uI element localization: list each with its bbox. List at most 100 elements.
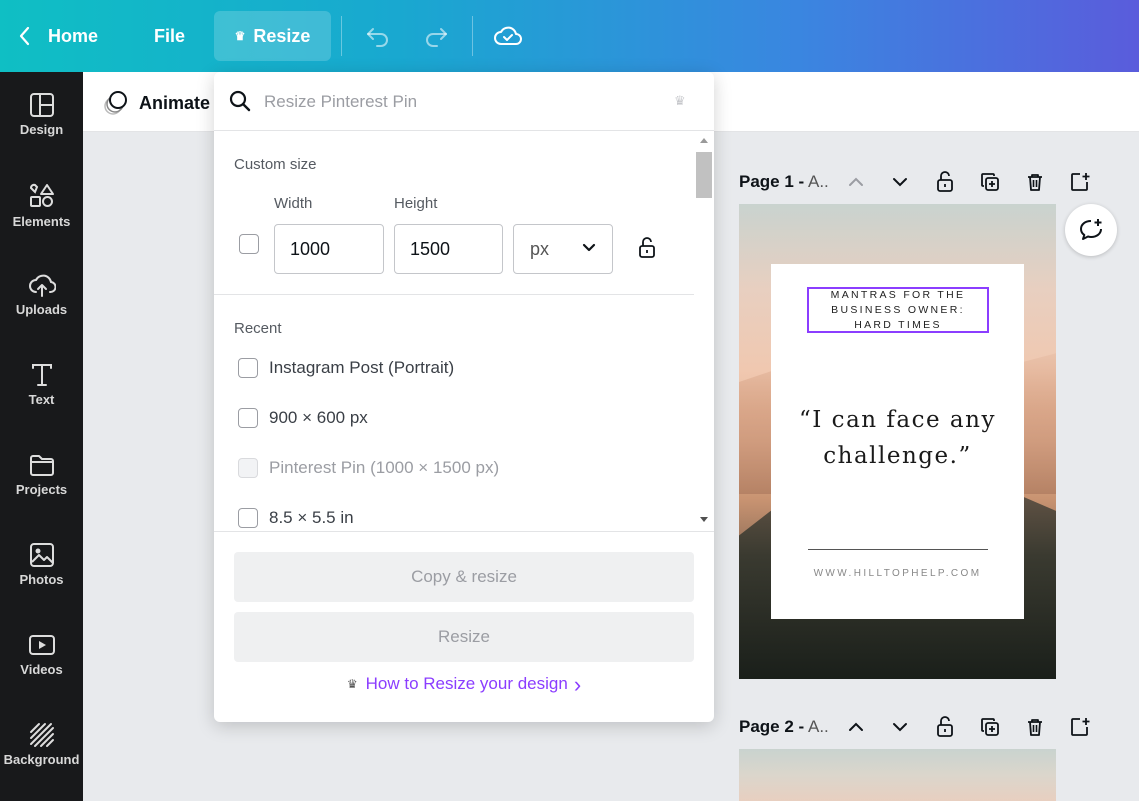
crown-icon: ♛ xyxy=(346,677,358,691)
trash-icon[interactable] xyxy=(1020,167,1050,197)
video-icon xyxy=(28,635,55,655)
sidebar-item-projects[interactable]: Projects xyxy=(0,452,83,532)
scroll-up-arrow-icon[interactable] xyxy=(700,138,708,143)
page-title[interactable]: Page 2 - A.. xyxy=(739,717,829,737)
crown-icon: ♛ xyxy=(674,93,686,108)
sidebar-item-label: Projects xyxy=(15,482,68,497)
search-placeholder: Resize Pinterest Pin xyxy=(264,92,418,111)
cloud-saved-icon[interactable] xyxy=(494,22,522,50)
page-1-header: Page 1 - A.. xyxy=(739,167,1109,197)
side-panel: Design Elements Uploads Text Projects Ph… xyxy=(0,72,83,801)
animate-button[interactable]: Animate xyxy=(101,89,210,117)
lock-aspect-icon[interactable] xyxy=(638,237,656,259)
recent-item[interactable]: Instagram Post (Portrait) xyxy=(238,356,454,380)
sidebar-item-uploads[interactable]: Uploads xyxy=(0,272,83,352)
recent-item[interactable]: 900 × 600 px xyxy=(238,406,368,430)
chevron-down-icon xyxy=(582,243,596,252)
home-button[interactable]: Home xyxy=(18,0,98,72)
shapes-icon xyxy=(29,183,54,207)
sidebar-item-elements[interactable]: Elements xyxy=(0,182,83,262)
page-2-header: Page 2 - A.. xyxy=(739,712,1109,742)
trash-icon[interactable] xyxy=(1020,712,1050,742)
recent-item-checkbox xyxy=(238,458,258,478)
width-input[interactable]: 1000 xyxy=(274,224,384,274)
page-title[interactable]: Page 1 - A.. xyxy=(739,172,829,192)
recent-item-checkbox[interactable] xyxy=(238,408,258,428)
layout-icon xyxy=(29,93,54,117)
crown-icon: ♛ xyxy=(234,29,246,43)
redo-icon[interactable] xyxy=(422,22,450,50)
divider-line[interactable] xyxy=(808,549,988,550)
sidebar-item-background[interactable]: Background xyxy=(0,722,83,801)
quote-text[interactable]: “I can face any challenge.” xyxy=(781,402,1014,474)
quote-card[interactable]: MANTRAS FOR THE BUSINESS OWNER: HARD TIM… xyxy=(771,264,1024,619)
sidebar-item-label: Uploads xyxy=(15,302,68,317)
scroll-down-arrow-icon[interactable] xyxy=(700,517,708,522)
file-menu-button[interactable]: File xyxy=(154,0,185,72)
file-label: File xyxy=(154,25,186,46)
image-icon xyxy=(29,543,54,567)
home-label: Home xyxy=(48,25,99,46)
design-canvas-page-2[interactable] xyxy=(739,749,1056,801)
sidebar-item-text[interactable]: Text xyxy=(0,362,83,442)
chevron-down-icon[interactable] xyxy=(885,712,915,742)
recent-label: Recent xyxy=(234,320,282,337)
custom-size-label: Custom size xyxy=(234,156,317,173)
unlock-icon[interactable] xyxy=(930,167,960,197)
design-canvas-page-1[interactable]: MANTRAS FOR THE BUSINESS OWNER: HARD TIM… xyxy=(739,204,1056,679)
width-label: Width xyxy=(274,195,313,212)
toolbar-divider xyxy=(341,16,342,56)
recent-item-label: 8.5 × 5.5 in xyxy=(269,508,354,527)
chevron-right-icon: › xyxy=(573,671,582,697)
chevron-left-icon xyxy=(19,26,30,46)
website-text[interactable]: WWW.HILLTOPHELP.COM xyxy=(771,568,1024,579)
custom-size-checkbox[interactable] xyxy=(239,234,259,254)
undo-icon[interactable] xyxy=(364,22,392,50)
recent-item-label: Pinterest Pin (1000 × 1500 px) xyxy=(269,458,500,477)
chevron-up-icon[interactable] xyxy=(841,167,871,197)
add-page-icon[interactable] xyxy=(1065,167,1095,197)
duplicate-page-icon[interactable] xyxy=(975,167,1005,197)
top-toolbar: Home File ♛ Resize xyxy=(0,0,1139,72)
search-icon xyxy=(229,90,251,112)
sidebar-item-photos[interactable]: Photos xyxy=(0,542,83,622)
chevron-down-icon[interactable] xyxy=(885,167,915,197)
scrollbar-thumb[interactable] xyxy=(696,152,712,198)
sidebar-item-label: Background xyxy=(3,752,80,767)
resize-panel: Resize Pinterest Pin ♛ Custom size Width… xyxy=(214,72,714,722)
height-input[interactable]: 1500 xyxy=(394,224,503,274)
height-label: Height xyxy=(394,195,438,212)
sidebar-item-videos[interactable]: Videos xyxy=(0,632,83,712)
recent-item-checkbox[interactable] xyxy=(238,358,258,378)
chevron-up-icon[interactable] xyxy=(841,712,871,742)
unit-select[interactable]: px xyxy=(513,224,613,274)
cloud-upload-icon xyxy=(28,274,56,297)
add-comment-button[interactable] xyxy=(1065,204,1117,256)
resize-button[interactable]: ♛ Resize xyxy=(214,11,331,61)
resize-search-input[interactable]: Resize Pinterest Pin ♛ xyxy=(214,72,714,131)
copy-and-resize-button[interactable]: Copy & resize xyxy=(234,552,694,602)
animate-icon xyxy=(104,91,127,115)
pattern-icon xyxy=(29,723,54,747)
recent-item[interactable]: 8.5 × 5.5 in xyxy=(238,506,354,530)
comment-add-icon xyxy=(1080,219,1102,240)
resize-confirm-button[interactable]: Resize xyxy=(234,612,694,662)
sidebar-item-design[interactable]: Design xyxy=(0,92,83,172)
recent-item: Pinterest Pin (1000 × 1500 px) xyxy=(238,456,499,480)
sidebar-item-label: Photos xyxy=(19,572,64,587)
divider xyxy=(214,294,694,295)
text-icon xyxy=(31,364,52,386)
recent-item-checkbox[interactable] xyxy=(238,508,258,528)
sidebar-item-label: Elements xyxy=(12,214,71,229)
selected-heading-text[interactable]: MANTRAS FOR THE BUSINESS OWNER: HARD TIM… xyxy=(807,287,989,333)
recent-item-label: Instagram Post (Portrait) xyxy=(269,358,455,377)
how-to-resize-link[interactable]: ♛ How to Resize your design › xyxy=(214,671,714,697)
how-to-resize-label: How to Resize your design xyxy=(365,674,568,693)
animate-label: Animate xyxy=(139,92,211,113)
sidebar-item-label: Text xyxy=(28,392,55,407)
sidebar-item-label: Design xyxy=(19,122,64,137)
unlock-icon[interactable] xyxy=(930,712,960,742)
add-page-icon[interactable] xyxy=(1065,712,1095,742)
duplicate-page-icon[interactable] xyxy=(975,712,1005,742)
sidebar-item-label: Videos xyxy=(20,662,63,677)
